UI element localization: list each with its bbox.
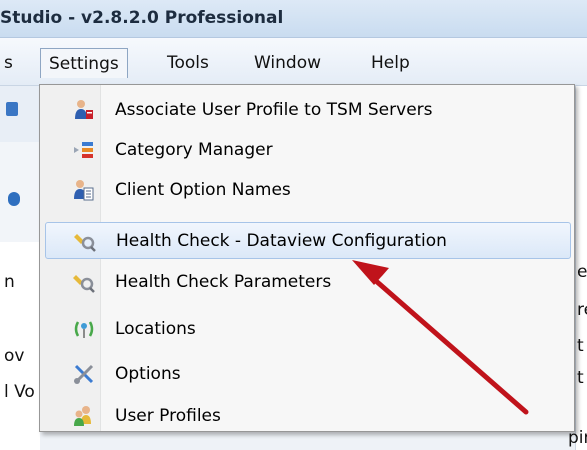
menu-health-check-parameters[interactable]: Health Check Parameters <box>45 264 571 301</box>
bg-text: ov <box>4 346 25 366</box>
users-icon <box>74 406 91 426</box>
menu-item-label: Category Manager <box>115 140 273 160</box>
menu-client-option-names[interactable]: Client Option Names <box>45 172 571 209</box>
settings-dropdown: Associate User Profile to TSM Servers Ca… <box>39 84 575 432</box>
bg-text: re <box>577 300 587 320</box>
title-bar: Studio - v2.8.2.0 Professional <box>0 0 587 38</box>
menu-item-partial[interactable]: s <box>4 48 13 78</box>
health-check-params-icon <box>73 275 95 293</box>
user-server-icon <box>75 100 93 119</box>
ribbon-strip <box>0 142 40 243</box>
locations-icon <box>74 321 94 338</box>
menu-item-label: Health Check - Dataview Configuration <box>116 231 447 251</box>
toolbar-computer-icon[interactable] <box>6 102 18 116</box>
window-title: Studio - v2.8.2.0 Professional <box>0 8 284 28</box>
menu-options[interactable]: Options <box>45 356 571 393</box>
bg-text: t <box>577 368 584 388</box>
toolbar-strip <box>0 86 40 143</box>
bg-text: t <box>577 336 584 356</box>
client-options-icon <box>74 180 94 201</box>
bg-text: ea <box>577 262 587 282</box>
category-icon <box>74 142 93 158</box>
menu-category-manager[interactable]: Category Manager <box>45 132 571 169</box>
menu-item-label: User Profiles <box>115 406 221 426</box>
menu-associate-user-profile[interactable]: Associate User Profile to TSM Servers <box>45 92 571 129</box>
menu-item-label: Locations <box>115 319 196 339</box>
menu-tools[interactable]: Tools <box>167 48 209 78</box>
menu-help[interactable]: Help <box>371 48 410 78</box>
bg-text: n <box>4 272 15 292</box>
menu-item-label: Associate User Profile to TSM Servers <box>115 100 433 120</box>
toolbar-round-icon[interactable] <box>8 192 20 206</box>
menu-item-label: Health Check Parameters <box>115 272 332 292</box>
menu-user-profiles[interactable]: User Profiles <box>45 398 571 435</box>
menu-health-check-dataview[interactable]: Health Check - Dataview Configuration <box>45 222 571 259</box>
menu-item-label: Client Option Names <box>115 180 291 200</box>
menu-bar: s Settings Tools Window Help <box>0 38 587 86</box>
tools-icon <box>74 364 94 384</box>
menu-window[interactable]: Window <box>254 48 321 78</box>
menu-locations[interactable]: Locations <box>45 311 571 348</box>
health-check-icon <box>74 234 96 252</box>
menu-item-label: Options <box>115 364 181 384</box>
bg-text: l Vo <box>4 382 35 402</box>
menu-settings[interactable]: Settings <box>40 48 128 78</box>
